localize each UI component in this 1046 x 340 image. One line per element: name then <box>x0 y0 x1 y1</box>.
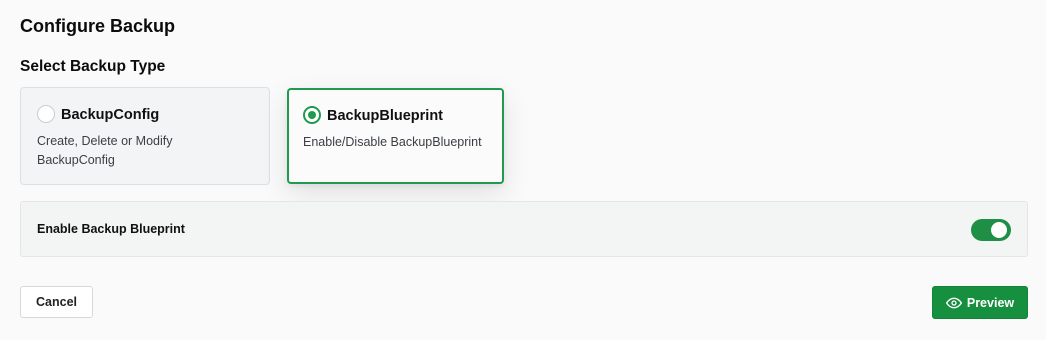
backup-type-heading: Select Backup Type <box>20 58 166 75</box>
preview-button-label: Preview <box>966 295 1015 310</box>
backup-type-option-backupconfig[interactable]: BackupConfig Create, Delete or Modify Ba… <box>20 87 270 185</box>
enable-blueprint-toggle[interactable] <box>971 219 1011 241</box>
option-description-backupconfig: Create, Delete or Modify BackupConfig <box>37 134 173 167</box>
option-description-backupblueprint: Enable/Disable BackupBlueprint <box>303 135 482 149</box>
eye-icon <box>945 297 962 308</box>
option-title-backupblueprint: BackupBlueprint <box>327 108 444 124</box>
cancel-button[interactable]: Cancel <box>20 286 93 318</box>
backup-type-option-backupblueprint[interactable]: BackupBlueprint Enable/Disable BackupBlu… <box>287 88 504 184</box>
option-title-backupconfig: BackupConfig <box>61 107 160 123</box>
page-title: Configure Backup <box>20 16 176 36</box>
preview-button[interactable]: Preview <box>932 286 1028 319</box>
enable-blueprint-panel: Enable Backup Blueprint <box>20 201 1028 257</box>
radio-selected-dot <box>308 111 316 119</box>
radio-backupconfig[interactable] <box>37 105 55 123</box>
enable-blueprint-label: Enable Backup Blueprint <box>37 222 185 236</box>
toggle-knob <box>991 222 1007 238</box>
radio-backupblueprint[interactable] <box>303 106 321 124</box>
